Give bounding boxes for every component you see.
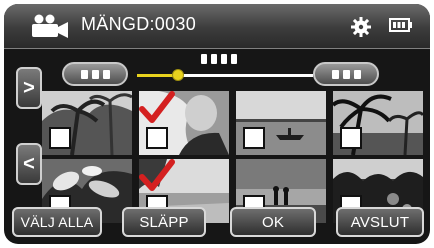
- select-checkbox[interactable]: [49, 127, 71, 149]
- date-slider-fill: [137, 74, 177, 77]
- date-prev-button[interactable]: [62, 62, 128, 86]
- page-forward-button[interactable]: >: [16, 67, 42, 109]
- date-next-button[interactable]: [313, 62, 379, 86]
- thumbnail-palm-trees[interactable]: [42, 91, 132, 155]
- chevron-right-icon: >: [23, 76, 35, 99]
- finish-button[interactable]: AVSLUT: [336, 207, 424, 237]
- checkmark-icon: [139, 159, 175, 191]
- ok-button[interactable]: OK: [230, 207, 316, 237]
- battery-icon: [389, 18, 413, 37]
- gear-icon: [351, 17, 371, 42]
- release-button[interactable]: SLÄPP: [122, 207, 206, 237]
- checkmark-icon: [139, 91, 175, 123]
- camera-screen: MÄNGD:0030 > < VÄLJ ALLA SLÄPP OK AVSLUT: [4, 4, 430, 244]
- thumbnail-palm-sunset[interactable]: [333, 91, 423, 155]
- date-label: [201, 54, 237, 64]
- select-checkbox[interactable]: [340, 127, 362, 149]
- select-checkbox[interactable]: [146, 127, 168, 149]
- video-camera-icon: [30, 14, 70, 43]
- status-bar: MÄNGD:0030: [4, 4, 430, 49]
- page-back-button[interactable]: <: [16, 143, 42, 185]
- date-slider-knob[interactable]: [172, 69, 184, 81]
- thumbnail-boat-on-sea[interactable]: [236, 91, 326, 155]
- select-checkbox[interactable]: [243, 127, 265, 149]
- thumbnail-person-portrait[interactable]: [139, 91, 229, 155]
- chevron-left-icon: <: [23, 152, 35, 175]
- select-all-button[interactable]: VÄLJ ALLA: [12, 207, 102, 237]
- recording-count: MÄNGD:0030: [81, 14, 197, 34]
